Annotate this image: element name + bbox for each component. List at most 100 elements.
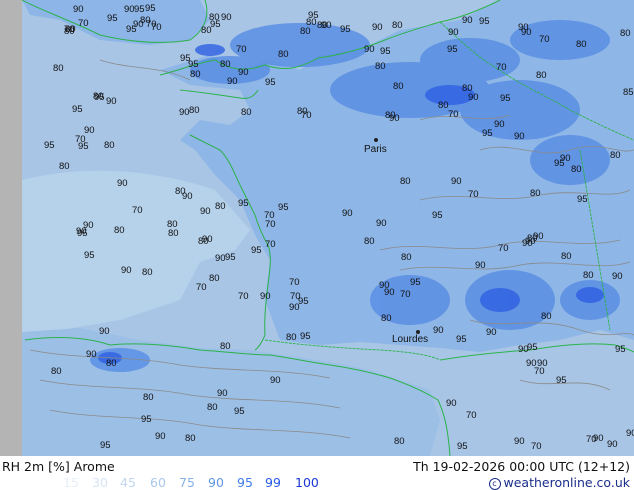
contour-label: 95 bbox=[482, 128, 493, 139]
contour-label: 80 bbox=[278, 49, 289, 60]
contour-label: 70 bbox=[290, 291, 301, 302]
contour-label: 90 bbox=[117, 178, 128, 189]
contour-label: 80 bbox=[220, 59, 231, 70]
legend-item: 90 bbox=[208, 475, 224, 490]
contour-label: 70 bbox=[265, 219, 276, 230]
contour-label: 70 bbox=[289, 277, 300, 288]
contour-label: 80 bbox=[438, 100, 449, 111]
city-label-lourdes: Lourdes bbox=[392, 334, 428, 345]
contour-label: 80 bbox=[317, 20, 328, 31]
contour-label: 90 bbox=[342, 208, 353, 219]
contour-label: 90 bbox=[227, 76, 238, 87]
contour-label: 80 bbox=[462, 83, 473, 94]
contour-label: 80 bbox=[392, 20, 403, 31]
legend-item: 100 bbox=[295, 475, 319, 490]
contour-label: 80 bbox=[209, 273, 220, 284]
contour-label: 90 bbox=[179, 107, 190, 118]
map-footer: RH 2m [%] Arome Th 19-02-2026 00:00 UTC … bbox=[0, 456, 634, 490]
contour-label: 80 bbox=[215, 201, 226, 212]
contour-label: 90 bbox=[73, 4, 84, 15]
contour-label: 70 bbox=[539, 34, 550, 45]
contour-label: 90 bbox=[217, 388, 228, 399]
map-title: RH 2m [%] Arome bbox=[2, 459, 115, 474]
contour-label: 90 bbox=[560, 153, 571, 164]
contour-label: 95 bbox=[556, 375, 567, 386]
contour-label: 90 bbox=[376, 218, 387, 229]
contour-label: 90 bbox=[86, 349, 97, 360]
contour-label: 90 bbox=[389, 113, 400, 124]
contour-label: 95 bbox=[457, 441, 468, 452]
contour-label: 95 bbox=[340, 24, 351, 35]
contour-label: 95 bbox=[225, 252, 236, 263]
credit-text: weatheronline.co.uk bbox=[503, 475, 631, 490]
map-margin bbox=[0, 0, 22, 456]
contour-label: 80 bbox=[209, 12, 220, 23]
contour-label: 80 bbox=[167, 219, 178, 230]
legend-item: 99 bbox=[265, 475, 281, 490]
legend-item: 45 bbox=[120, 475, 136, 490]
contour-label: 90 bbox=[124, 4, 135, 15]
contour-label: 95 bbox=[84, 250, 95, 261]
contour-label: 80 bbox=[536, 70, 547, 81]
valid-time: Th 19-02-2026 00:00 UTC (12+12) bbox=[413, 459, 630, 474]
contour-label: 90 bbox=[514, 436, 525, 447]
contour-label: 95 bbox=[456, 334, 467, 345]
credit-link[interactable]: c weatheronline.co.uk bbox=[488, 475, 631, 490]
contour-label: 80 bbox=[541, 311, 552, 322]
legend-item: 95 bbox=[237, 475, 253, 490]
contour-label: 80 bbox=[106, 358, 117, 369]
contour-label: 90 bbox=[446, 398, 457, 409]
contour-label: 90 bbox=[99, 326, 110, 337]
contour-label: 90 bbox=[202, 234, 213, 245]
contour-label: 70 bbox=[265, 239, 276, 250]
contour-label: 90 bbox=[514, 131, 525, 142]
contour-label: 80 bbox=[53, 63, 64, 74]
contour-label: 70 bbox=[496, 62, 507, 73]
contour-label: 90 bbox=[433, 325, 444, 336]
contour-label: 90 bbox=[533, 231, 544, 242]
contour-label: 90 bbox=[626, 428, 634, 439]
contour-label: 90 bbox=[518, 22, 529, 33]
contour-label: 90 bbox=[607, 439, 618, 450]
contour-label: 90 bbox=[215, 253, 226, 264]
contour-label: 90 bbox=[462, 15, 473, 26]
contour-label: 70 bbox=[498, 243, 509, 254]
contour-label: 80 bbox=[620, 28, 631, 39]
contour-label: 80 bbox=[189, 105, 200, 116]
contour-label: 90 bbox=[364, 44, 375, 55]
contour-label: 80 bbox=[571, 164, 582, 175]
contour-label: 85 bbox=[623, 87, 634, 98]
contour-label: 70 bbox=[400, 289, 411, 300]
contour-label: 70 bbox=[236, 44, 247, 55]
contour-label: 95 bbox=[615, 344, 626, 355]
contour-label: 80 bbox=[241, 107, 252, 118]
contour-label: 80 bbox=[185, 433, 196, 444]
contour-label: 80 bbox=[104, 140, 115, 151]
contour-label: 95 bbox=[134, 4, 145, 15]
contour-label: 80 bbox=[381, 313, 392, 324]
contour-label: 70 bbox=[448, 109, 459, 120]
contour-label: 95 bbox=[141, 414, 152, 425]
contour-label: 80 bbox=[114, 225, 125, 236]
contour-label: 90 bbox=[518, 344, 529, 355]
contour-label: 90 bbox=[270, 375, 281, 386]
contour-label: 90 bbox=[612, 271, 623, 282]
legend-item: 30 bbox=[92, 475, 108, 490]
contour-label: 70 bbox=[196, 282, 207, 293]
contour-label: 80 bbox=[59, 161, 70, 172]
contour-label: 95 bbox=[479, 16, 490, 27]
contour-label: 70 bbox=[78, 18, 89, 29]
contour-label: 80 bbox=[142, 267, 153, 278]
contour-label: 90 bbox=[155, 431, 166, 442]
contour-label: 80 bbox=[207, 402, 218, 413]
contour-label: 80 bbox=[375, 61, 386, 72]
contour-label: 80 bbox=[286, 332, 297, 343]
contour-label: 80 bbox=[401, 252, 412, 263]
contour-label: 90 bbox=[182, 191, 193, 202]
contour-label: 95 bbox=[72, 104, 83, 115]
contour-label: 70 bbox=[75, 134, 86, 145]
contour-label: 70 bbox=[238, 291, 249, 302]
contour-label: 95 bbox=[44, 140, 55, 151]
contour-label: 70 bbox=[586, 434, 597, 445]
legend-item: 75 bbox=[179, 475, 195, 490]
